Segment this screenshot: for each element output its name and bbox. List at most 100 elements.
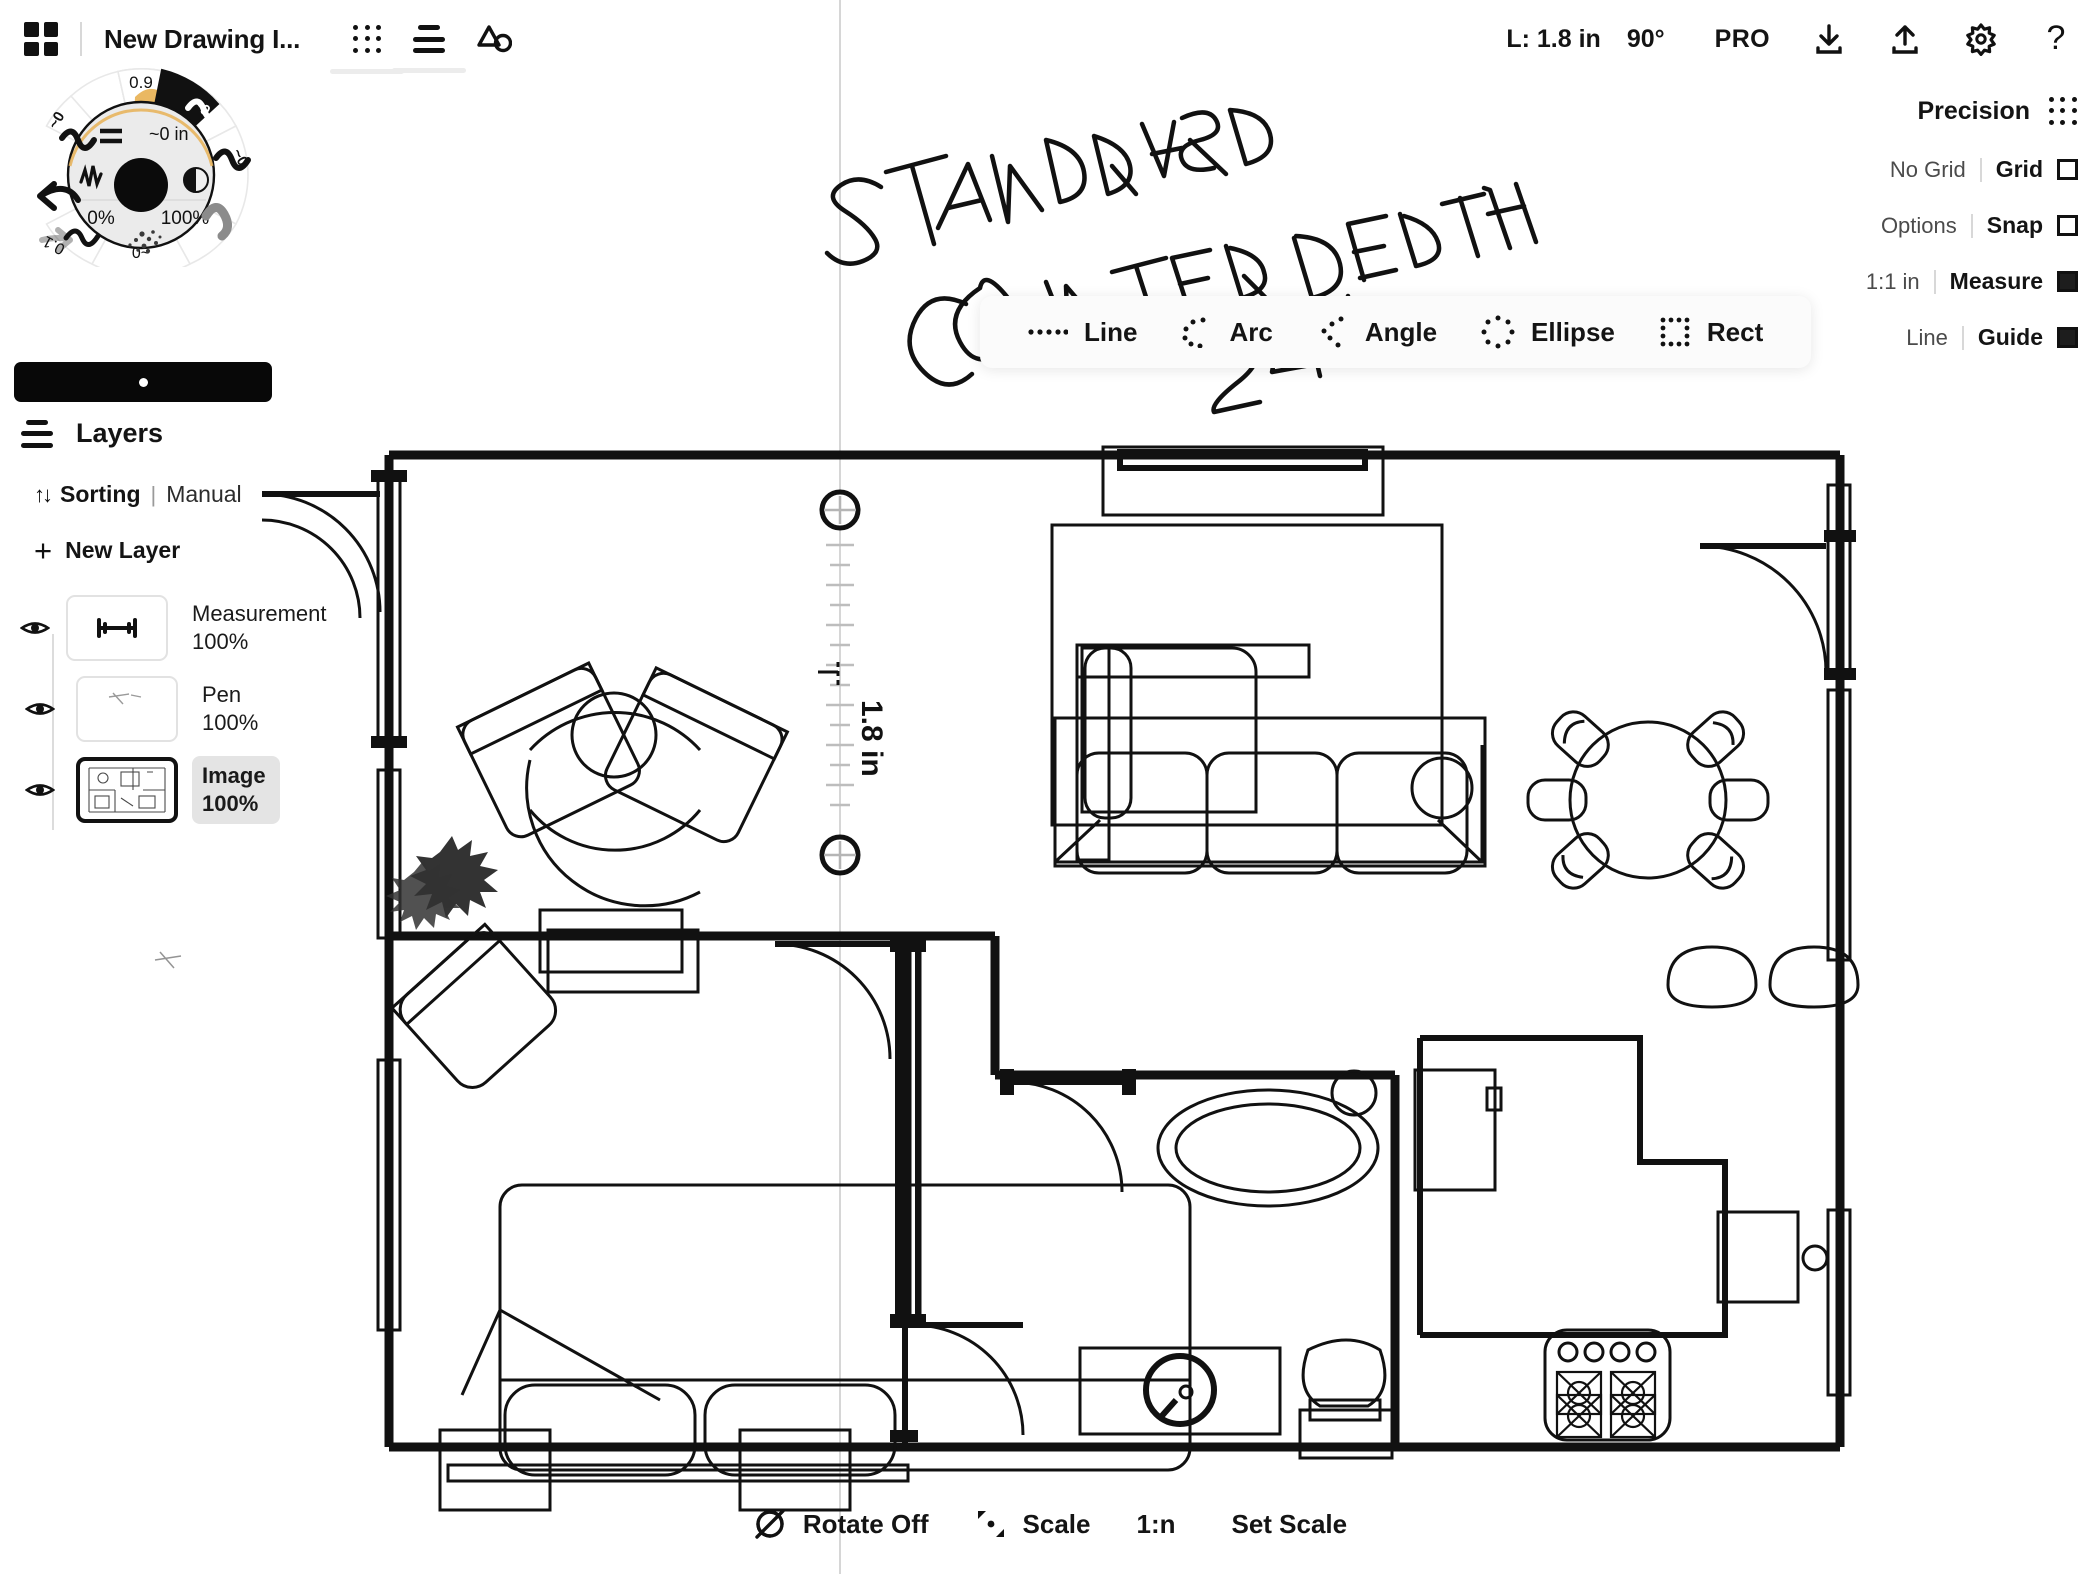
wheel-opacity-max: 100%	[161, 208, 210, 229]
wheel-opacity-min: 0%	[87, 208, 115, 229]
gear-icon[interactable]	[1964, 22, 1998, 56]
shape-label: Rect	[1706, 316, 1764, 347]
rotate-off-icon	[755, 1509, 785, 1539]
eye-visibility-icon[interactable]	[20, 699, 60, 719]
drawing-canvas[interactable]: .w { fill:none; stroke:#111; stroke-widt…	[0, 0, 2100, 1574]
toilet-bowl	[1301, 1338, 1387, 1408]
toolbar-divider	[80, 22, 82, 56]
layer-item-measurement[interactable]: Measurement 100%	[20, 594, 327, 662]
grid-apps-icon[interactable]	[24, 22, 58, 56]
dot-grid-icon[interactable]	[330, 24, 405, 74]
opacity-half-circle-icon	[183, 167, 209, 193]
layer-name: Pen	[202, 682, 242, 707]
layer-list: Measurement 100% Pen 100% Image 100%	[20, 594, 327, 830]
layer-meta: Pen 100%	[192, 675, 272, 743]
measure-checkbox[interactable]	[2057, 271, 2078, 292]
bedroom	[389, 922, 1192, 1512]
layer-opacity: 100%	[192, 629, 249, 654]
dotted-arc-icon	[1182, 317, 1206, 348]
bottom-toolbar: Rotate Off Scale 1:n Set Scale	[0, 1496, 2100, 1552]
shape-tool-rect[interactable]: Rect	[1637, 316, 1785, 348]
divider	[1979, 157, 1982, 182]
measurement-dimension-icon[interactable]	[66, 595, 168, 661]
counter-block	[1716, 1210, 1800, 1304]
length-readout: L: 1.8 in	[1506, 24, 1601, 53]
document-title[interactable]: New Drawing I...	[104, 24, 300, 55]
layer-meta: Image 100%	[192, 756, 280, 824]
color-swatch-bar[interactable]	[14, 362, 272, 402]
question-mark-icon[interactable]: ?	[2040, 21, 2072, 57]
floorplan-image-thumbnail[interactable]	[76, 757, 178, 823]
doors	[261, 491, 1828, 1436]
snap-checkbox[interactable]	[2057, 215, 2078, 236]
eye-visibility-icon[interactable]	[20, 780, 60, 800]
scale-control[interactable]: Scale	[975, 1508, 1091, 1540]
dining-set	[1526, 710, 1860, 1009]
layer-item-pen[interactable]: Pen 100%	[20, 675, 300, 743]
walls	[384, 450, 1845, 1452]
sorting-value: Manual	[166, 481, 242, 507]
top-toolbar: New Drawing I... L: 1.8 in 90° PRO ?	[0, 0, 2100, 78]
pen-sketch-thumbnail[interactable]	[76, 676, 178, 742]
shape-tool-ellipse[interactable]: Ellipse	[1459, 315, 1637, 349]
set-scale-control[interactable]: 1:n Set Scale	[1136, 1509, 1347, 1540]
scale-ratio-label: 1:n	[1136, 1508, 1176, 1539]
wheel-size-label: ~0 in	[149, 124, 189, 144]
grid-sub-label: No Grid	[1889, 156, 1966, 182]
dotted-ellipse-icon	[1481, 315, 1515, 349]
precision-row-measure[interactable]: 1:1 in Measure	[1866, 268, 2078, 295]
layer-name: Measurement	[192, 601, 327, 626]
precision-row-grid[interactable]: No Grid Grid	[1866, 156, 2078, 183]
precision-title: Precision	[1917, 96, 2030, 125]
guide-checkbox[interactable]	[2057, 327, 2078, 348]
pro-badge[interactable]: PRO	[1715, 25, 1770, 54]
tool-underline	[392, 68, 467, 73]
precision-panel: Precision No Grid Grid Options Snap 1:1 …	[1866, 96, 2078, 380]
layers-stack-icon[interactable]	[392, 25, 467, 73]
scale-label: Scale	[1022, 1508, 1091, 1539]
sorting-label: Sorting	[60, 481, 141, 507]
coffee-table	[570, 691, 658, 779]
download-icon[interactable]	[1812, 22, 1846, 56]
shape-tool-line[interactable]: Line	[1006, 317, 1159, 348]
guide-sub-label: Line	[1906, 324, 1948, 350]
swatch-indicator-dot	[138, 377, 148, 387]
shape-tool-arc[interactable]: Arc	[1159, 316, 1294, 348]
angle-readout: 90°	[1626, 24, 1665, 53]
dotted-angle-icon	[1321, 316, 1344, 348]
guide-label: Guide	[1977, 324, 2043, 350]
rotate-toggle[interactable]: Rotate Off	[753, 1507, 929, 1541]
shape-label: Angle	[1364, 316, 1438, 347]
measure-label: Measure	[1949, 268, 2043, 294]
divider	[1961, 325, 1964, 350]
new-layer-button[interactable]: + New Layer	[20, 535, 300, 566]
grid-checkbox[interactable]	[2057, 159, 2078, 180]
layer-opacity: 100%	[202, 710, 259, 735]
current-color-dot	[114, 158, 168, 212]
layer-item-image[interactable]: Image 100%	[20, 756, 300, 824]
layers-stack-icon[interactable]	[20, 419, 54, 448]
seating-group	[386, 661, 790, 974]
svg-text:?: ?	[2047, 21, 2066, 57]
layers-panel: Layers ↑↓ Sorting | Manual + New Layer M…	[20, 418, 327, 837]
bathtub-inner	[1174, 1102, 1362, 1194]
eye-visibility-icon[interactable]	[20, 618, 50, 638]
dotted-rect-icon	[1660, 317, 1690, 347]
layers-title: Layers	[76, 418, 164, 448]
shape-tool-angle[interactable]: Angle	[1295, 316, 1459, 348]
shape-tools-icon[interactable]	[476, 22, 513, 56]
sort-arrows-icon: ↑↓	[34, 481, 53, 507]
layers-sorting-control[interactable]: ↑↓ Sorting | Manual	[20, 481, 300, 508]
upload-icon[interactable]	[1888, 22, 1922, 56]
door-jambs	[890, 938, 1136, 1442]
layer-meta: Measurement 100%	[182, 594, 341, 662]
shape-toolbar: Line Arc Angle Ellipse Rect	[980, 296, 1812, 368]
tool-wheel[interactable]: ~0 in 0% 100% ~0 0.9 ~0 ~0 0~ 0.1	[10, 62, 272, 267]
measure-sub-label: 1:1 in	[1865, 268, 1920, 294]
dotted-line-icon	[1028, 329, 1068, 335]
wheel-label-5: 0~	[132, 245, 150, 262]
precision-row-guide[interactable]: Line Guide	[1866, 324, 2078, 351]
scale-corner-icon	[977, 1511, 1004, 1537]
dot-grid-icon[interactable]	[2048, 96, 2078, 126]
precision-row-snap[interactable]: Options Snap	[1866, 212, 2078, 239]
